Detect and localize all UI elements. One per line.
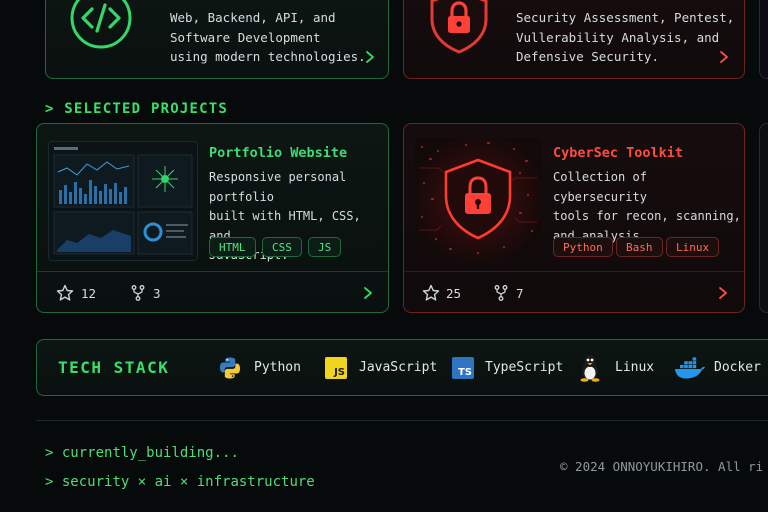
service-description-line: Software Development xyxy=(170,29,321,45)
project-title[interactable]: Portfolio Website xyxy=(209,145,347,161)
service-description-line: Security Assessment, Pentest, xyxy=(516,10,735,25)
terminal-line: > currently_building... xyxy=(45,445,239,461)
linux-tux-icon xyxy=(580,355,600,382)
service-description-line: Web, Backend, API, and xyxy=(170,10,336,25)
prompt-prefix: > xyxy=(45,474,54,490)
code-icon xyxy=(70,0,132,49)
chevron-right-icon[interactable] xyxy=(362,49,378,65)
project-thumbnail xyxy=(415,138,541,260)
star-count: 25 xyxy=(446,286,462,301)
service-card-partial xyxy=(759,0,768,79)
tech-stack-title: TECH STACK xyxy=(58,358,170,377)
service-card-security[interactable]: Security Assessment, Pentest, Vullerabil… xyxy=(403,0,745,79)
star-icon[interactable] xyxy=(422,284,440,302)
chevron-right-icon[interactable] xyxy=(716,49,732,65)
service-card-development[interactable]: Web, Backend, API, and Software Developm… xyxy=(45,0,389,79)
javascript-icon: JS xyxy=(325,357,347,379)
project-card-portfolio[interactable]: Portfolio Website Responsive personal po… xyxy=(36,123,389,313)
star-count: 12 xyxy=(81,286,97,301)
project-description-line: Responsive personal portfolio xyxy=(209,170,347,204)
project-tag: Python xyxy=(553,237,613,257)
tech-label-python: Python xyxy=(254,360,301,375)
project-title[interactable]: CyberSec Toolkit xyxy=(553,145,683,161)
python-icon xyxy=(220,357,240,379)
service-description-line: Defensive Security. xyxy=(516,49,659,64)
card-divider xyxy=(37,271,388,272)
fork-count: 7 xyxy=(516,286,524,301)
section-divider xyxy=(36,420,768,421)
terminal-text: currently_building... xyxy=(61,445,239,461)
terminal-line: > security × ai × infrastructure xyxy=(45,474,315,490)
project-card-partial xyxy=(759,123,768,313)
shield-lock-icon xyxy=(430,0,488,54)
card-divider xyxy=(404,271,744,272)
footer-copyright: © 2024 ONNOYUKIHIRO. All ri xyxy=(560,459,764,474)
project-thumbnail xyxy=(48,141,198,261)
tech-label-linux: Linux xyxy=(615,360,655,375)
tech-label-javascript: JavaScript xyxy=(359,360,438,375)
service-description-line: Vullerability Analysis, and xyxy=(516,29,720,45)
project-description-line: tools for recon, scanning, xyxy=(553,209,741,223)
project-tag: Bash xyxy=(616,237,663,257)
star-icon[interactable] xyxy=(56,284,74,302)
typescript-icon: TS xyxy=(452,357,474,379)
fork-icon[interactable] xyxy=(492,284,510,302)
terminal-text: security × ai × infrastructure xyxy=(61,474,315,490)
chevron-right-icon[interactable] xyxy=(715,285,731,301)
project-tag: Linux xyxy=(666,237,720,257)
tech-stack-panel: TECH STACK Python JS JavaScript TS TypeS… xyxy=(36,339,768,396)
project-description-line: Collection of cybersecurity xyxy=(553,170,647,204)
prompt-prefix: > xyxy=(45,101,55,117)
fork-count: 3 xyxy=(153,286,161,301)
project-tag: CSS xyxy=(262,237,302,257)
section-title-text: SELECTED PROJECTS xyxy=(64,101,228,117)
service-description-line: using modern technologies. xyxy=(170,49,366,64)
project-card-cybersec[interactable]: CyberSec Toolkit Collection of cybersecu… xyxy=(403,123,745,313)
project-tag: HTML xyxy=(209,237,256,257)
tech-label-docker: Docker xyxy=(714,360,761,375)
tech-label-typescript: TypeScript xyxy=(485,360,564,375)
chevron-right-icon[interactable] xyxy=(360,285,376,301)
prompt-prefix: > xyxy=(45,445,54,461)
project-tag: JS xyxy=(308,237,342,257)
section-title-projects: > SELECTED PROJECTS xyxy=(45,101,228,117)
docker-icon xyxy=(675,357,705,379)
fork-icon[interactable] xyxy=(129,284,147,302)
